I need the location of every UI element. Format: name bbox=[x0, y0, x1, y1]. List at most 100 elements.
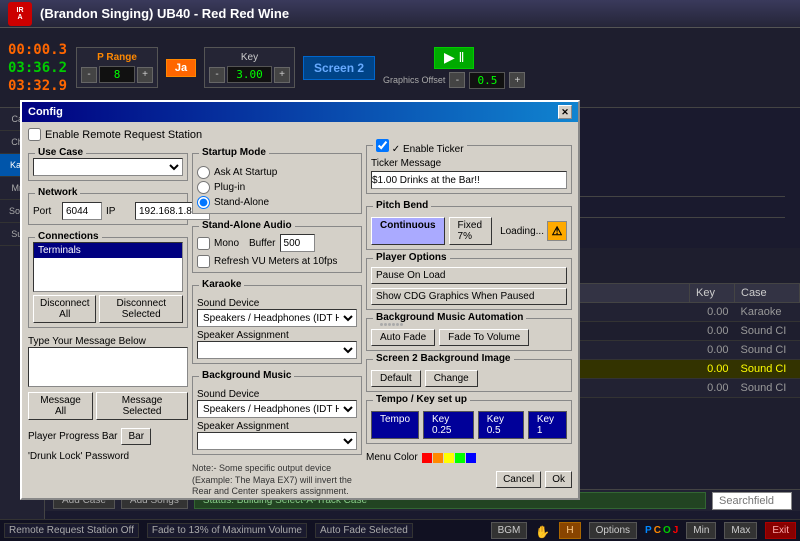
connections-group: Connections Terminals Disconnect All Dis… bbox=[28, 237, 188, 328]
h-button[interactable]: H bbox=[559, 522, 580, 539]
enable-remote-checkbox[interactable]: Enable Remote Request Station bbox=[28, 128, 202, 141]
swatch-blue bbox=[466, 453, 476, 463]
continuous-button[interactable]: Continuous bbox=[371, 217, 445, 245]
fixed7-button[interactable]: Fixed 7% bbox=[449, 217, 493, 245]
top-controls: 00:00.3 03:36.2 03:32.9 P Range - 8 + Ja… bbox=[0, 28, 800, 108]
config-titlebar: Config ✕ bbox=[22, 102, 578, 122]
config-close-button[interactable]: ✕ bbox=[558, 105, 572, 119]
max-button[interactable]: Max bbox=[724, 522, 757, 539]
key-05-button[interactable]: Key 0.5 bbox=[478, 411, 524, 439]
key-label: Key bbox=[209, 52, 290, 63]
startup-ask-radio[interactable]: Ask At Startup bbox=[197, 166, 357, 179]
bg-auto-title: Background Music Automation bbox=[373, 312, 526, 326]
searchfield-input[interactable] bbox=[712, 492, 792, 510]
karaoke-group: Karaoke Sound Device Speakers / Headphon… bbox=[192, 285, 362, 364]
message-selected-button[interactable]: Message Selected bbox=[96, 392, 188, 420]
song-case: Sound CI bbox=[735, 322, 800, 341]
karaoke-speaker-assign-select[interactable] bbox=[197, 341, 357, 359]
screen2-button[interactable]: Screen 2 bbox=[303, 56, 375, 80]
enable-remote-check[interactable] bbox=[28, 128, 41, 141]
bg-auto-box: Background Music Automation Auto Fade Fa… bbox=[366, 318, 572, 351]
sound-device-label: Sound Device bbox=[197, 298, 357, 309]
min-button[interactable]: Min bbox=[686, 522, 716, 539]
col-case: Case bbox=[735, 284, 800, 303]
change-button[interactable]: Change bbox=[425, 370, 478, 387]
bg-music-title: Background Music bbox=[199, 370, 294, 381]
song-case: Sound CI bbox=[735, 341, 800, 360]
ok-cancel-row: Cancel Ok bbox=[366, 471, 572, 488]
key-value: 3.00 bbox=[227, 66, 272, 83]
p-range-minus[interactable]: - bbox=[81, 67, 97, 83]
progress-dots bbox=[380, 323, 523, 326]
enable-ticker-checkbox[interactable]: ✓ Enable Ticker bbox=[373, 139, 467, 155]
terminal-item[interactable]: Terminals bbox=[34, 243, 182, 258]
show-cdg-button[interactable]: Show CDG Graphics When Paused bbox=[371, 288, 567, 305]
title-bar: IR A (Brandon Singing) UB40 - Red Red Wi… bbox=[0, 0, 800, 28]
swatch-yellow bbox=[444, 453, 454, 463]
player-options-title: Player Options bbox=[373, 252, 450, 263]
p-range-plus[interactable]: + bbox=[137, 67, 153, 83]
bg-sound-device-select[interactable]: Speakers / Headphones (IDT Hi... bbox=[197, 400, 357, 418]
ja-button[interactable]: Ja bbox=[166, 59, 196, 77]
bgm-button[interactable]: BGM bbox=[491, 522, 528, 539]
message-label: Type Your Message Below bbox=[28, 336, 188, 347]
karaoke-sound-device-select[interactable]: Speakers / Headphones (IDT Hi... bbox=[197, 309, 357, 327]
tempo-box: Tempo / Key set up Tempo Key 0.25 Key 0.… bbox=[366, 400, 572, 444]
startup-plugin-radio[interactable]: Plug-in bbox=[197, 181, 357, 194]
config-top-row: Enable Remote Request Station bbox=[28, 128, 572, 141]
connections-title: Connections bbox=[35, 231, 102, 242]
window-title: (Brandon Singing) UB40 - Red Red Wine bbox=[40, 6, 289, 21]
terminals-listbox[interactable]: Terminals bbox=[33, 242, 183, 292]
song-key: 0.00 bbox=[690, 341, 735, 360]
time-display: 00:00.3 03:36.2 03:32.9 bbox=[8, 42, 68, 94]
ticker-message-label: Ticker Message bbox=[371, 158, 567, 169]
play-button[interactable]: ▶ ‖ bbox=[434, 47, 474, 69]
key-025-button[interactable]: Key 0.25 bbox=[423, 411, 474, 439]
startup-standalone-radio[interactable]: Stand-Alone bbox=[197, 196, 357, 209]
auto-fade-button[interactable]: Auto Fade bbox=[371, 329, 435, 346]
network-title: Network bbox=[35, 187, 80, 198]
ticker-message-input[interactable] bbox=[371, 171, 567, 189]
message-all-button[interactable]: Message All bbox=[28, 392, 93, 420]
key-plus[interactable]: + bbox=[274, 67, 290, 83]
port-input[interactable] bbox=[62, 202, 102, 220]
app-logo: IR A bbox=[8, 2, 32, 26]
message-textarea[interactable] bbox=[28, 347, 188, 387]
status-fade: Fade to 13% of Maximum Volume bbox=[147, 523, 307, 538]
offset-minus[interactable]: - bbox=[449, 72, 465, 88]
use-case-select[interactable] bbox=[33, 158, 183, 176]
song-key: 0.00 bbox=[690, 379, 735, 398]
refresh-vu-check[interactable] bbox=[197, 255, 210, 268]
bar-button[interactable]: Bar bbox=[121, 428, 151, 445]
disconnect-selected-button[interactable]: Disconnect Selected bbox=[99, 295, 183, 323]
exit-button[interactable]: Exit bbox=[765, 522, 796, 539]
time2: 03:36.2 bbox=[8, 60, 68, 76]
bg-music-group: Background Music Sound Device Speakers /… bbox=[192, 376, 362, 455]
use-case-group: Use Case bbox=[28, 153, 188, 181]
note-text: Note:- Some specific output device (Exam… bbox=[192, 463, 362, 498]
disconnect-all-button[interactable]: Disconnect All bbox=[33, 295, 96, 323]
fade-to-volume-button[interactable]: Fade To Volume bbox=[439, 329, 529, 346]
mono-check[interactable] bbox=[197, 237, 210, 250]
default-button[interactable]: Default bbox=[371, 370, 421, 387]
bg-sound-device-label: Sound Device bbox=[197, 389, 357, 400]
tempo-button[interactable]: Tempo bbox=[371, 411, 419, 439]
col-key: Key bbox=[690, 284, 735, 303]
pause-on-load-button[interactable]: Pause On Load bbox=[371, 267, 567, 284]
ok-button[interactable]: Ok bbox=[545, 471, 572, 488]
buffer-input[interactable] bbox=[280, 234, 315, 252]
song-case: Karaoke bbox=[735, 303, 800, 322]
key-minus[interactable]: - bbox=[209, 67, 225, 83]
pitch-bend-box: Pitch Bend Continuous Fixed 7% Loading..… bbox=[366, 206, 572, 250]
key-1-button[interactable]: Key 1 bbox=[528, 411, 567, 439]
swatch-red bbox=[422, 453, 432, 463]
p-range-group: P Range - 8 + bbox=[76, 47, 158, 88]
config-main-area: Use Case Network Port IP Connections bbox=[28, 145, 572, 498]
network-group: Network Port IP bbox=[28, 193, 188, 225]
enable-ticker-box: ✓ Enable Ticker Ticker Message bbox=[366, 145, 572, 194]
options-button[interactable]: Options bbox=[589, 522, 637, 539]
p-range-value: 8 bbox=[99, 66, 135, 83]
cancel-button[interactable]: Cancel bbox=[496, 471, 541, 488]
offset-plus[interactable]: + bbox=[509, 72, 525, 88]
bg-speaker-assign-select[interactable] bbox=[197, 432, 357, 450]
